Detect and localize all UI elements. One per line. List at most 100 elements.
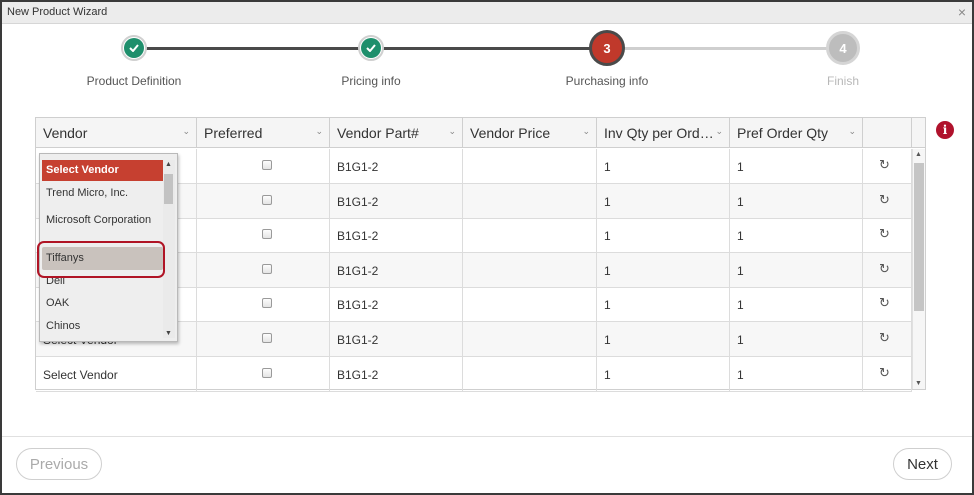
preferred-checkbox[interactable] <box>262 298 272 309</box>
action-cell[interactable]: ↻ <box>863 252 912 287</box>
chevron-down-icon[interactable]: ⌄ <box>715 126 723 137</box>
vendor-cell-text: Select Vendor <box>43 367 118 382</box>
preferred-cell[interactable] <box>197 322 330 356</box>
vendor-price-cell[interactable] <box>463 252 597 287</box>
step-3-circle[interactable]: 3 <box>589 30 625 66</box>
chevron-down-icon[interactable]: ⌄ <box>582 126 590 137</box>
step-1-circle[interactable] <box>121 35 147 61</box>
pref-order-qty-cell[interactable]: 1 <box>730 356 863 391</box>
pref-order-qty-cell-text: 1 <box>737 194 744 209</box>
preferred-checkbox[interactable] <box>262 367 272 378</box>
vendor-part-cell-text: B1G1-2 <box>337 333 379 347</box>
inv-qty-cell[interactable]: 1 <box>597 252 730 287</box>
preferred-cell[interactable] <box>197 287 330 322</box>
action-cell[interactable]: ↻ <box>863 356 912 391</box>
column-header-preferred[interactable]: Preferred ⌄ <box>197 118 330 148</box>
preferred-cell[interactable] <box>197 252 330 287</box>
preferred-cell[interactable] <box>197 218 330 253</box>
column-header-pref-order-qty[interactable]: Pref Order Qty ⌄ <box>730 118 863 148</box>
chevron-down-icon[interactable]: ⌄ <box>448 126 456 137</box>
vendor-part-cell[interactable]: B1G1-2 <box>330 322 463 356</box>
column-header-inv-qty[interactable]: Inv Qty per Ord… ⌄ <box>597 118 730 148</box>
pref-order-qty-cell[interactable]: 1 <box>730 252 863 287</box>
pref-order-qty-cell[interactable]: 1 <box>730 218 863 253</box>
column-header-vendor-part[interactable]: Vendor Part# ⌄ <box>330 118 463 148</box>
inv-qty-cell[interactable]: 1 <box>597 322 730 356</box>
dropdown-option-select-vendor[interactable]: Select Vendor <box>42 160 163 181</box>
pref-order-qty-cell[interactable]: 1 <box>730 149 863 183</box>
step-2-circle[interactable] <box>358 35 384 61</box>
scroll-down-icon[interactable]: ▼ <box>165 330 172 337</box>
next-button[interactable]: Next <box>893 448 952 480</box>
vendor-price-cell[interactable] <box>463 322 597 356</box>
action-cell[interactable]: ↻ <box>863 287 912 322</box>
step-connector-1 <box>134 47 370 50</box>
vendor-price-cell[interactable] <box>463 183 597 218</box>
preferred-cell[interactable] <box>197 183 330 218</box>
pref-order-qty-cell-text: 1 <box>737 229 744 244</box>
column-header-actions <box>863 118 912 148</box>
pref-order-qty-cell[interactable]: 1 <box>730 287 863 322</box>
preferred-checkbox[interactable] <box>262 263 272 274</box>
inv-qty-cell[interactable]: 1 <box>597 149 730 183</box>
refresh-icon[interactable]: ↻ <box>879 365 890 381</box>
preferred-checkbox[interactable] <box>262 160 272 170</box>
previous-button[interactable]: Previous <box>16 448 102 480</box>
scroll-up-icon[interactable]: ▲ <box>165 161 172 168</box>
action-cell[interactable]: ↻ <box>863 218 912 253</box>
scroll-down-icon[interactable]: ▼ <box>915 380 922 387</box>
action-cell[interactable]: ↻ <box>863 183 912 218</box>
vendor-part-cell[interactable]: B1G1-2 <box>330 252 463 287</box>
preferred-checkbox[interactable] <box>262 333 272 343</box>
vendor-cell[interactable]: Select Vendor <box>36 356 197 391</box>
dropdown-option-trend-micro[interactable]: Trend Micro, Inc. <box>42 187 163 200</box>
close-icon[interactable]: × <box>958 4 966 20</box>
refresh-icon[interactable]: ↻ <box>879 192 890 208</box>
inv-qty-cell[interactable]: 1 <box>597 356 730 391</box>
chevron-down-icon[interactable]: ⌄ <box>848 126 856 137</box>
chevron-down-icon[interactable]: ⌄ <box>315 126 323 137</box>
column-header-vendor[interactable]: Vendor ⌄ <box>36 118 197 148</box>
vendor-price-cell[interactable] <box>463 149 597 183</box>
vendor-part-cell[interactable]: B1G1-2 <box>330 287 463 322</box>
table-row[interactable]: Select Vendor B1G1-2 1 1 ↻ <box>36 356 912 392</box>
inv-qty-cell[interactable]: 1 <box>597 287 730 322</box>
inv-qty-cell-text: 1 <box>604 194 611 209</box>
inv-qty-cell[interactable]: 1 <box>597 218 730 253</box>
dropdown-option-oak[interactable]: OAK <box>42 297 163 310</box>
preferred-checkbox[interactable] <box>262 194 272 205</box>
vendor-part-cell[interactable]: B1G1-2 <box>330 149 463 183</box>
preferred-cell[interactable] <box>197 149 330 183</box>
refresh-icon[interactable]: ↻ <box>879 261 890 277</box>
pref-order-qty-cell[interactable]: 1 <box>730 183 863 218</box>
vendor-price-cell[interactable] <box>463 356 597 391</box>
vendor-part-cell[interactable]: B1G1-2 <box>330 218 463 253</box>
chevron-down-icon[interactable]: ⌄ <box>182 126 190 137</box>
inv-qty-cell[interactable]: 1 <box>597 183 730 218</box>
vendor-part-cell[interactable]: B1G1-2 <box>330 183 463 218</box>
action-cell[interactable]: ↻ <box>863 149 912 183</box>
dropdown-option-chinos[interactable]: Chinos <box>42 320 163 333</box>
preferred-checkbox[interactable] <box>262 229 272 240</box>
vendor-part-cell-text: B1G1-2 <box>337 229 379 244</box>
pref-order-qty-cell[interactable]: 1 <box>730 322 863 356</box>
preferred-cell[interactable] <box>197 356 330 391</box>
vendor-part-cell-text: B1G1-2 <box>337 367 379 382</box>
vendor-part-cell[interactable]: B1G1-2 <box>330 356 463 391</box>
step-label-product-definition: Product Definition <box>86 74 182 88</box>
scrollbar-thumb[interactable] <box>164 174 173 204</box>
step-4-circle[interactable]: 4 <box>826 31 860 65</box>
action-cell[interactable]: ↻ <box>863 322 912 356</box>
dropdown-option-microsoft[interactable]: Microsoft Corporation <box>42 210 152 231</box>
grid-scrollbar[interactable]: ▲ ▼ <box>912 149 925 389</box>
vendor-price-cell[interactable] <box>463 218 597 253</box>
scrollbar-thumb[interactable] <box>914 163 924 311</box>
refresh-icon[interactable]: ↻ <box>879 226 890 242</box>
info-icon[interactable]: i <box>936 121 954 139</box>
refresh-icon[interactable]: ↻ <box>879 157 890 173</box>
scroll-up-icon[interactable]: ▲ <box>915 151 922 158</box>
refresh-icon[interactable]: ↻ <box>879 330 890 346</box>
refresh-icon[interactable]: ↻ <box>879 295 890 311</box>
vendor-price-cell[interactable] <box>463 287 597 322</box>
column-header-vendor-price[interactable]: Vendor Price ⌄ <box>463 118 597 148</box>
